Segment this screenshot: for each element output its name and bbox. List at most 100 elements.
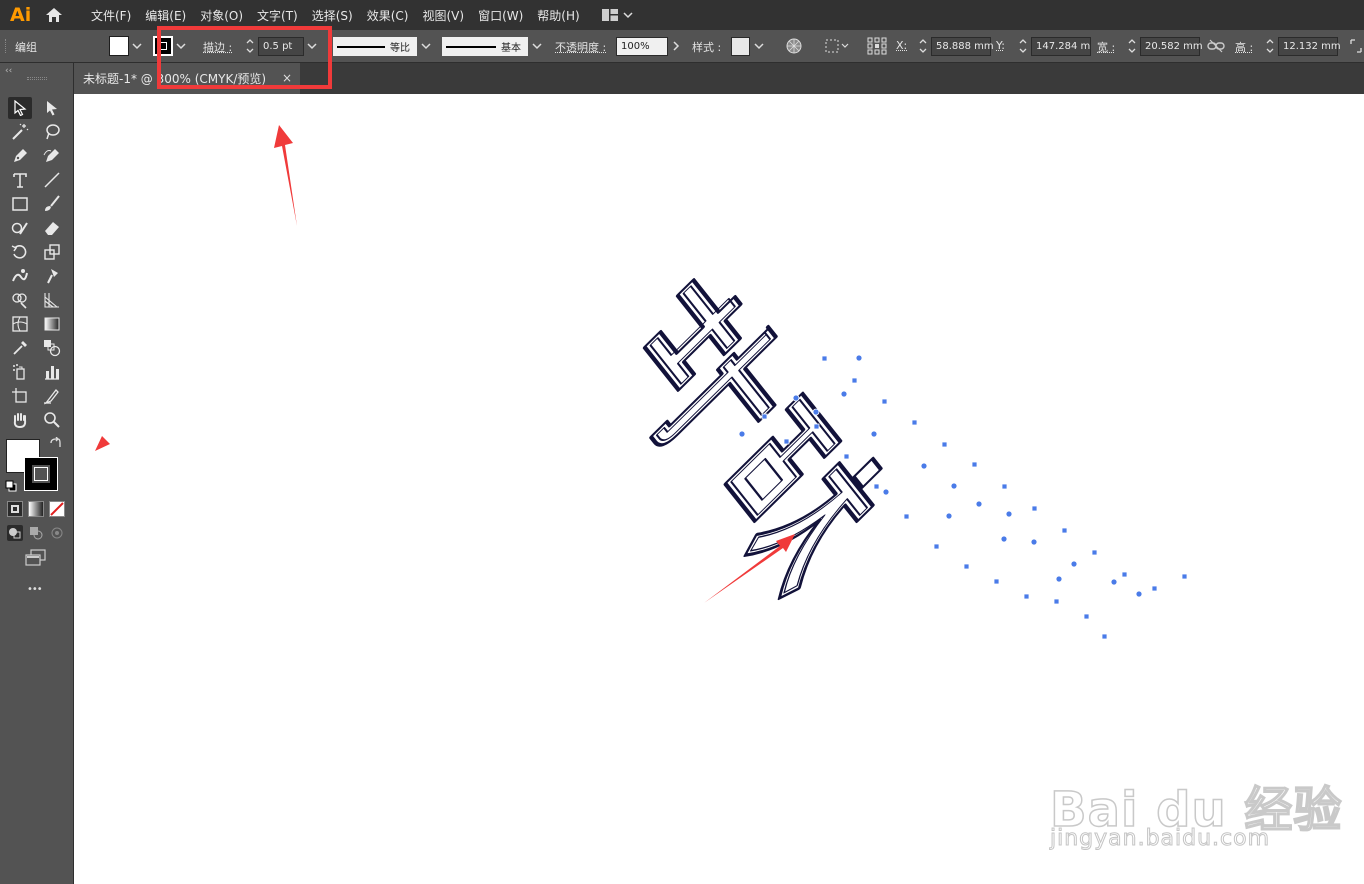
variable-width-profile[interactable]: 等比 [333,37,417,56]
control-bar: 编组 描边 : 0.5 pt 等比 基本 不透明度 : 100% 样式: X:… [0,30,1364,63]
link-icon[interactable] [1207,39,1225,56]
hand-icon[interactable] [8,409,32,431]
glyph-outline [852,456,883,490]
zoom-icon[interactable] [40,409,64,431]
stroke-label: 描边 : [203,41,233,54]
chevron-down-icon [532,43,542,50]
fill-dropdown[interactable] [130,36,144,56]
style-dropdown[interactable] [752,36,766,56]
x-spinner[interactable] [917,36,929,56]
x-input[interactable]: 58.888 mm [931,37,994,56]
swap-arrows-icon[interactable] [48,436,62,454]
menu-object[interactable]: 对象(O) [193,7,250,24]
fill-swatch[interactable] [109,36,129,56]
scale-icon[interactable] [40,241,64,263]
align-icon[interactable] [824,38,850,57]
menu-view[interactable]: 视图(V) [415,7,471,24]
color-mode-icon[interactable] [7,501,23,517]
close-icon[interactable]: × [282,71,292,85]
shaper-icon[interactable] [8,217,32,239]
more-tools-icon[interactable]: ••• [27,584,43,595]
paintbrush-icon[interactable] [40,193,64,215]
outlined-text-artwork[interactable] [74,94,1364,884]
slice-icon[interactable] [40,385,64,407]
glyph-outline [642,278,743,392]
menu-edit[interactable]: 编辑(E) [138,7,193,24]
blend-icon[interactable] [40,337,64,359]
opacity-input[interactable]: 100% [616,37,668,56]
symbol-sprayer-icon[interactable] [8,361,32,383]
brush-definition[interactable]: 基本 [442,37,528,56]
menu-window[interactable]: 窗口(W) [471,7,530,24]
width-input[interactable]: 20.582 mm [1140,37,1203,56]
panel-grip[interactable] [27,77,47,80]
selection-tool-icon[interactable] [8,97,32,119]
gradient-mode-icon[interactable] [28,501,44,517]
artboard-icon[interactable] [8,385,32,407]
opacity-arrow[interactable] [669,36,683,56]
magic-wand-icon[interactable] [8,121,32,143]
menu-bar: Ai 文件(F) 编辑(E) 对象(O) 文字(T) 选择(S) 效果(C) 视… [0,0,1364,30]
chevron-down-icon [176,43,186,50]
width-spinner[interactable] [1126,36,1138,56]
warp-icon[interactable] [8,265,32,287]
menu-file[interactable]: 文件(F) [84,7,138,24]
artboard-canvas[interactable]: Bai du 经验 jingyan.baidu.com [74,94,1364,884]
screen-mode-icon[interactable] [25,549,47,570]
rectangle-icon[interactable] [8,193,32,215]
menu-select[interactable]: 选择(S) [305,7,360,24]
shape-builder-icon[interactable] [8,289,32,311]
glyph-outline [749,468,868,594]
stroke-swatch[interactable] [153,36,173,56]
eraser-icon[interactable] [40,217,64,239]
stroke-spinner[interactable] [244,36,256,56]
watermark-site: jingyan.baidu.com [1049,826,1271,852]
height-input[interactable]: 12.132 mm [1278,37,1341,56]
rotate-icon[interactable] [8,241,32,263]
collapse-icon[interactable]: ‹‹ [5,66,12,76]
mesh-icon[interactable] [8,313,32,335]
style-label: 样式 : [692,41,722,54]
gradient-icon[interactable] [40,313,64,335]
stroke-dropdown[interactable] [174,36,188,56]
y-spinner[interactable] [1017,36,1029,56]
height-spinner[interactable] [1264,36,1276,56]
document-tab[interactable]: 未标题-1* @ 300% (CMYK/预览) × [74,63,300,94]
perspective-icon[interactable] [40,289,64,311]
menu-effect[interactable]: 效果(C) [360,7,416,24]
direct-selection-tool-icon[interactable] [40,97,64,119]
draw-behind-icon[interactable] [28,525,44,544]
transform-icon[interactable] [867,37,887,58]
selection-type-label: 编组 [15,41,37,54]
menu-help[interactable]: 帮助(H) [530,7,586,24]
grip-handle[interactable] [5,39,8,53]
curvature-icon[interactable] [40,145,64,167]
type-icon[interactable] [8,169,32,191]
lasso-icon[interactable] [40,121,64,143]
more-options-icon[interactable] [1350,39,1362,56]
brush-dropdown[interactable] [530,36,544,56]
workspace-switcher[interactable] [601,8,633,22]
home-icon[interactable] [36,7,72,23]
stroke-weight-input[interactable]: 0.5 pt [258,37,304,56]
menu-type[interactable]: 文字(T) [250,7,305,24]
eyedropper-icon[interactable] [8,337,32,359]
puppet-warp-icon[interactable] [40,265,64,287]
graphic-style-swatch[interactable] [731,37,750,56]
draw-inside-icon[interactable] [49,525,65,544]
glyph-outline [744,457,783,501]
profile-dropdown[interactable] [419,36,433,56]
default-colors-icon[interactable] [5,480,17,495]
recolor-icon[interactable] [786,38,802,57]
chevron-down-icon [132,43,142,50]
draw-normal-icon[interactable] [7,525,23,541]
chevron-right-icon [673,41,680,51]
opacity-label: 不透明度 : [555,41,607,54]
pen-icon[interactable] [8,145,32,167]
line-icon[interactable] [40,169,64,191]
stroke-color-box[interactable] [24,457,58,491]
stroke-weight-dropdown[interactable] [305,36,319,56]
none-mode-icon[interactable] [49,501,65,520]
graph-icon[interactable] [40,361,64,383]
y-input[interactable]: 147.284 m [1031,37,1091,56]
